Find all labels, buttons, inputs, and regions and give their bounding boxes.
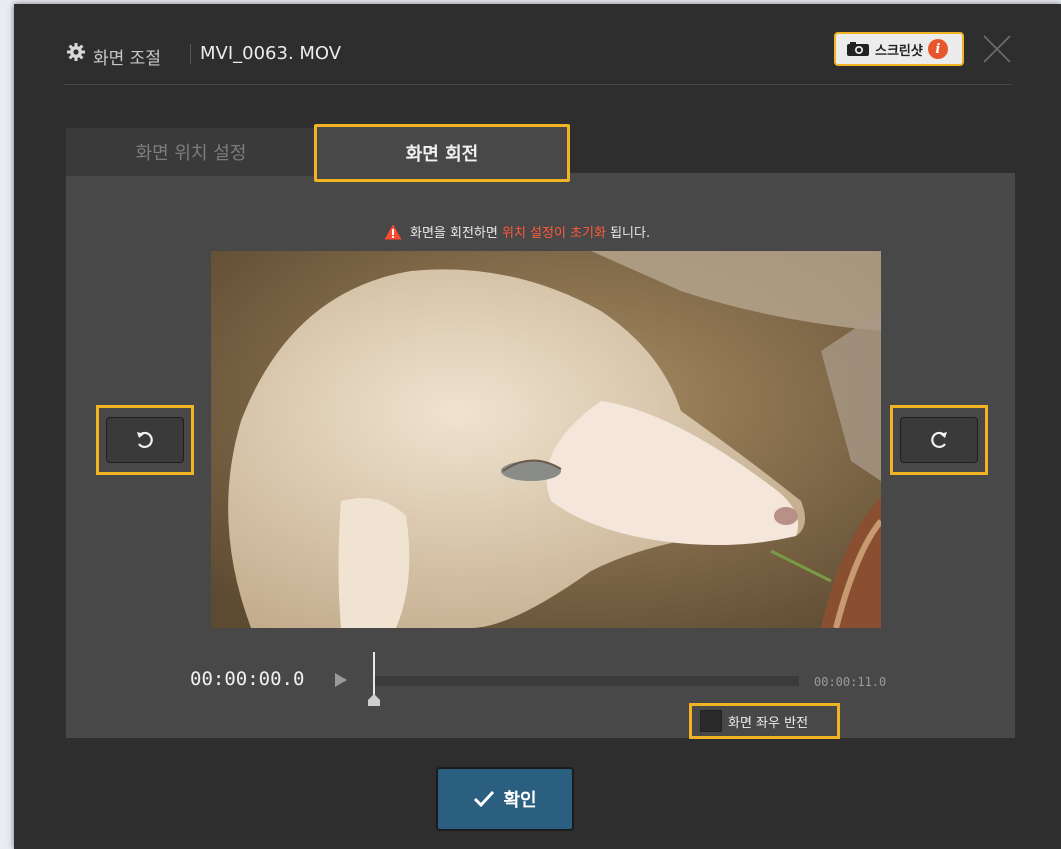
title-divider — [190, 44, 191, 64]
close-icon[interactable] — [980, 32, 1014, 66]
flip-horizontal-option[interactable]: 화면 좌우 반전 — [689, 703, 840, 739]
screenshot-button[interactable]: 스크린샷 i — [834, 32, 964, 66]
rotate-left-highlight — [96, 405, 194, 475]
play-icon[interactable] — [334, 672, 348, 688]
info-icon[interactable]: i — [927, 39, 948, 59]
video-preview — [211, 251, 881, 628]
timeline-track[interactable] — [374, 676, 799, 686]
file-name: MVI_0063. MOV — [200, 43, 342, 64]
confirm-button[interactable]: 확인 — [436, 767, 574, 831]
confirm-label: 확인 — [503, 790, 537, 811]
current-time: 00:00:00.0 — [190, 668, 305, 690]
warning-text-suffix: 됩니다. — [605, 226, 651, 241]
tab-screen-rotation[interactable]: 화면 회전 — [314, 124, 570, 182]
video-frame — [211, 251, 881, 628]
warning-icon — [384, 224, 402, 239]
tab-position-settings[interactable]: 화면 위치 설정 — [66, 128, 316, 176]
rotate-right-highlight — [890, 405, 988, 475]
gear-icon — [67, 43, 85, 61]
rotate-right-button[interactable] — [900, 417, 978, 463]
screenshot-label: 스크린샷 — [875, 43, 923, 59]
rotate-right-icon — [931, 431, 947, 449]
checkmark-icon — [474, 790, 495, 808]
flip-checkbox[interactable] — [700, 710, 722, 732]
header-divider — [64, 84, 1012, 85]
rotate-left-icon — [137, 431, 153, 449]
camera-icon — [847, 42, 869, 56]
dialog-title: 화면 조절 — [93, 49, 161, 69]
rotation-warning: 화면을 회전하면 위치 설정이 초기화 됩니다. — [384, 222, 650, 241]
flip-label: 화면 좌우 반전 — [728, 715, 809, 731]
rotate-left-button[interactable] — [106, 417, 184, 463]
timeline-playhead[interactable] — [366, 652, 382, 706]
warning-text-prefix: 화면을 회전하면 — [410, 226, 502, 241]
screen-adjust-dialog: 화면 조절 MVI_0063. MOV 스크린샷 i 화면 위치 설정 화면 회… — [14, 4, 1061, 849]
warning-text-highlight: 위치 설정이 초기화 — [502, 226, 606, 241]
total-time: 00:00:11.0 — [814, 675, 887, 689]
